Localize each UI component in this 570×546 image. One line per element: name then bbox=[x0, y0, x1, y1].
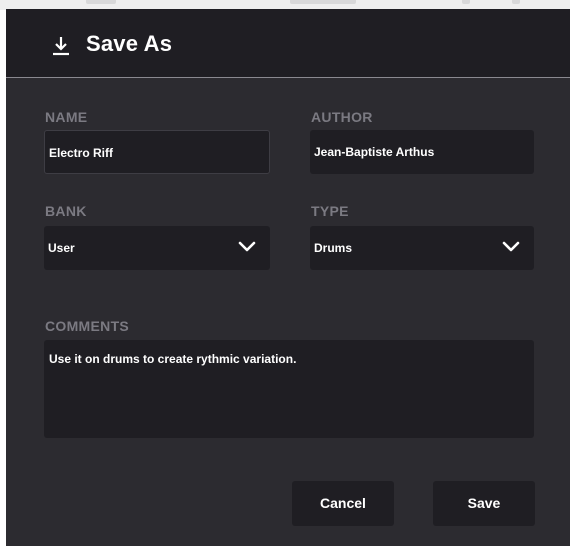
type-select-value: Drums bbox=[314, 241, 353, 255]
bank-select[interactable]: User bbox=[44, 226, 270, 270]
name-field-value: Electro Riff bbox=[49, 146, 114, 160]
name-field[interactable]: Electro Riff bbox=[44, 130, 270, 174]
comments-textarea-value: Use it on drums to create rythmic variat… bbox=[49, 352, 297, 366]
chevron-down-icon bbox=[238, 241, 256, 252]
author-field[interactable]: Jean-Baptiste Arthus bbox=[310, 130, 534, 174]
dialog-header: Save As bbox=[6, 9, 570, 78]
background-ghost-element bbox=[462, 0, 470, 4]
comments-label: COMMENTS bbox=[45, 318, 130, 334]
author-label: AUTHOR bbox=[311, 109, 373, 125]
comments-textarea[interactable]: Use it on drums to create rythmic variat… bbox=[44, 340, 534, 438]
bank-label: BANK bbox=[45, 203, 87, 219]
chevron-down-icon bbox=[502, 241, 520, 252]
save-as-dialog: Save As NAME Electro Riff AUTHOR Jean-Ba… bbox=[6, 9, 570, 546]
background-ghost-element bbox=[290, 0, 356, 4]
cancel-button[interactable]: Cancel bbox=[292, 481, 394, 526]
bank-select-value: User bbox=[48, 241, 75, 255]
dialog-title: Save As bbox=[86, 31, 173, 56]
save-button[interactable]: Save bbox=[433, 481, 535, 526]
type-label: TYPE bbox=[311, 203, 349, 219]
name-label: NAME bbox=[45, 109, 88, 125]
author-field-value: Jean-Baptiste Arthus bbox=[314, 145, 435, 159]
type-select[interactable]: Drums bbox=[310, 226, 534, 270]
background-ghost-element bbox=[512, 0, 520, 4]
download-icon bbox=[53, 37, 69, 56]
background-ghost-element bbox=[86, 0, 116, 4]
